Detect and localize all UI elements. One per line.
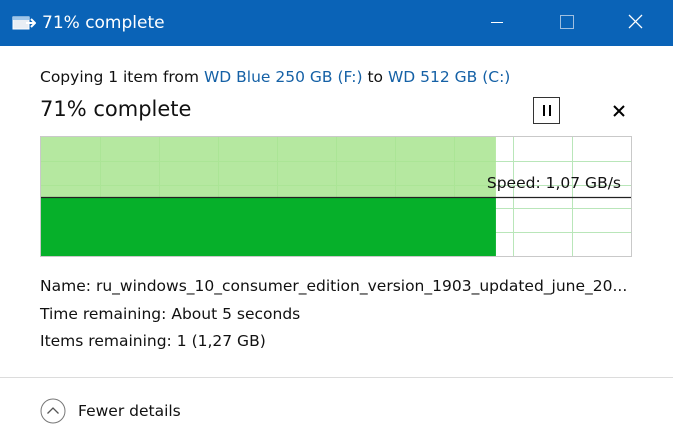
speed-label: Speed: 1,07 GB/s xyxy=(486,174,621,192)
detail-name: Name: ru_windows_10_consumer_edition_vers… xyxy=(40,276,632,296)
chevron-up-icon xyxy=(40,398,66,424)
maximize-icon xyxy=(560,15,574,29)
title-bar: 71% complete xyxy=(0,0,673,46)
copy-to: to xyxy=(367,68,383,86)
footer: Fewer details xyxy=(0,377,673,445)
maximize-button[interactable] xyxy=(544,0,590,46)
name-label: Name: xyxy=(40,277,91,295)
copy-app-icon xyxy=(12,14,37,32)
time-value: About 5 seconds xyxy=(171,305,301,323)
speed-history-fill xyxy=(41,197,496,256)
cancel-button[interactable] xyxy=(607,99,631,123)
copy-progress-window: 71% complete Copying 1 item from WD Blue… xyxy=(0,0,673,445)
pause-button[interactable] xyxy=(533,97,560,124)
source-link[interactable]: WD Blue 250 GB (F:) xyxy=(204,68,363,86)
copy-prefix: Copying 1 item from xyxy=(40,68,200,86)
destination-link[interactable]: WD 512 GB (C:) xyxy=(388,68,510,86)
fewer-details-label: Fewer details xyxy=(78,402,181,420)
minimize-button[interactable] xyxy=(474,0,520,46)
time-label: Time remaining: xyxy=(40,305,167,323)
progress-status: 71% complete xyxy=(40,97,192,121)
close-icon xyxy=(628,14,643,29)
transfer-speed-graph: Speed: 1,07 GB/s xyxy=(40,136,632,257)
window-title: 71% complete xyxy=(42,13,165,33)
name-value: ru_windows_10_consumer_edition_version_1… xyxy=(95,277,628,295)
copy-description: Copying 1 item from WD Blue 250 GB (F:) … xyxy=(40,67,510,87)
items-label: Items remaining: xyxy=(40,332,172,350)
progress-fill-light xyxy=(41,137,496,197)
items-value: 1 (1,27 GB) xyxy=(176,332,266,350)
cancel-icon xyxy=(613,105,625,117)
minimize-icon xyxy=(491,22,503,23)
detail-items-remaining: Items remaining: 1 (1,27 GB) xyxy=(40,331,266,351)
close-button[interactable] xyxy=(612,0,658,46)
detail-time-remaining: Time remaining: About 5 seconds xyxy=(40,304,300,324)
